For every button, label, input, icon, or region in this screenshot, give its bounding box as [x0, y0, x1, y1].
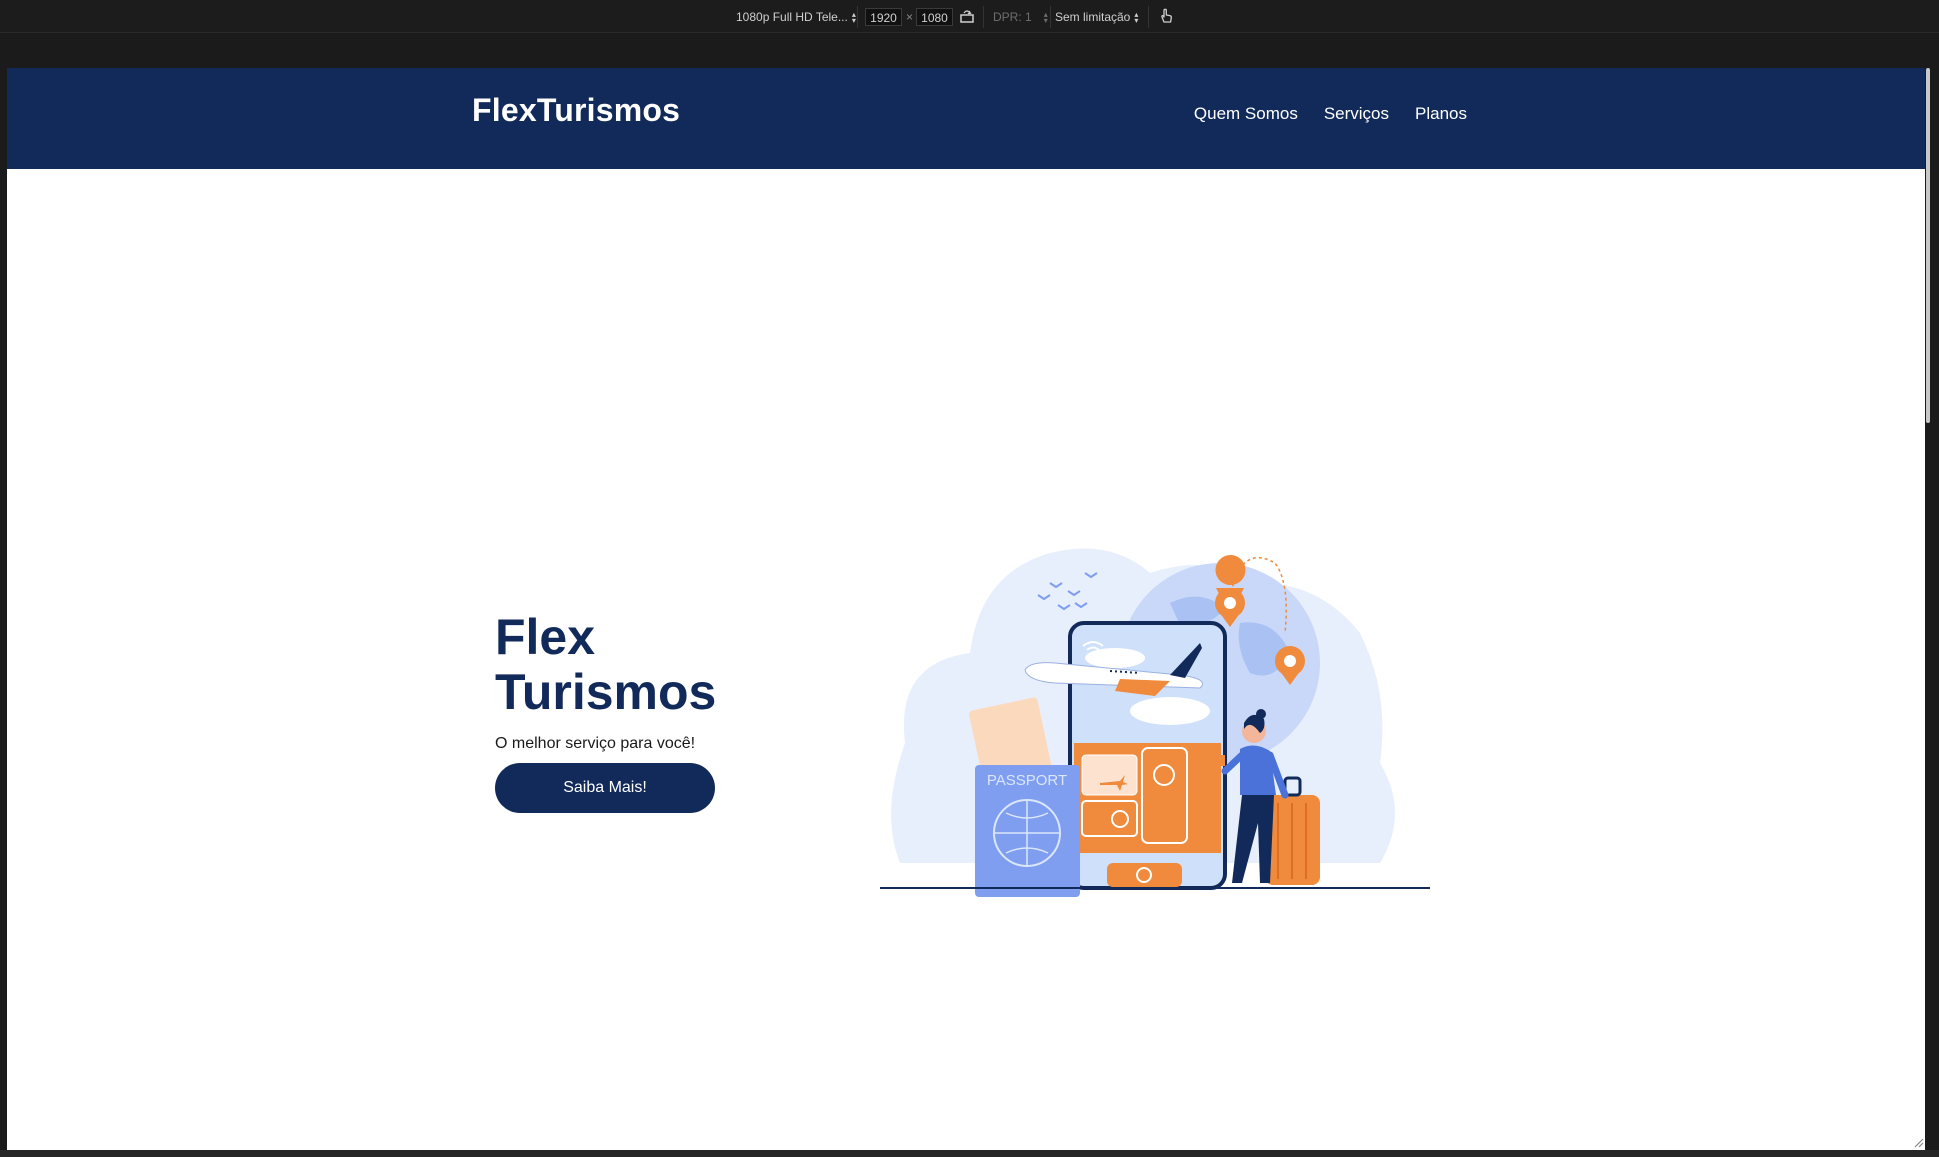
- cloud-shape: [1130, 697, 1210, 725]
- device-select[interactable]: 1080p Full HD Tele... ▴ ▾: [736, 8, 856, 26]
- throttle-select[interactable]: Sem limitação ▴ ▾: [1055, 8, 1138, 26]
- select-arrows-icon: ▴ ▾: [851, 9, 856, 25]
- nav-link-planos[interactable]: Planos: [1415, 104, 1467, 124]
- touch-simulation-button[interactable]: [1157, 7, 1175, 25]
- viewport-width-input[interactable]: 1920: [865, 8, 902, 26]
- responsive-toolbar: 1080p Full HD Tele... ▴ ▾ 1920 × 1080 DPR:…: [0, 0, 1939, 33]
- toolbar-divider: [1050, 6, 1051, 28]
- confirm-button-shape: [1107, 863, 1182, 887]
- page-viewport: FlexTurismos Quem Somos Serviços Planos …: [7, 68, 1925, 1150]
- saiba-mais-button[interactable]: Saiba Mais!: [495, 763, 715, 813]
- main-nav: Quem Somos Serviços Planos: [1194, 104, 1467, 124]
- dpr-select[interactable]: DPR: 1 ▴ ▾: [993, 8, 1048, 26]
- dpr-label: DPR: 1: [993, 10, 1032, 24]
- hero-title-line-2: Turismos: [495, 664, 717, 720]
- toolbar-divider: [857, 6, 858, 28]
- touch-hand-icon: [1161, 8, 1172, 23]
- hero-title: Flex Turismos: [495, 610, 755, 720]
- nav-link-servicos[interactable]: Serviços: [1324, 104, 1389, 124]
- throttle-label: Sem limitação: [1055, 10, 1131, 24]
- ground-line: [880, 887, 1430, 889]
- dimension-separator: ×: [906, 10, 914, 24]
- device-select-label: 1080p Full HD Tele...: [736, 10, 848, 24]
- viewport-bottom-edge: [0, 1150, 1939, 1157]
- hero-subtitle: O melhor serviço para você!: [495, 735, 696, 752]
- rotate-viewport-button[interactable]: [958, 7, 976, 25]
- site-header: FlexTurismos Quem Somos Serviços Planos: [7, 68, 1925, 169]
- cloud-shape: [1085, 648, 1145, 668]
- nav-link-quem-somos[interactable]: Quem Somos: [1194, 104, 1298, 124]
- resize-grip-icon[interactable]: [1912, 1136, 1924, 1148]
- hero-title-line-1: Flex: [495, 609, 596, 665]
- toolbar-divider: [983, 6, 984, 28]
- brand-logo[interactable]: FlexTurismos: [472, 92, 680, 129]
- travel-illustration: PASSPORT: [880, 548, 1430, 897]
- viewport-height-input[interactable]: 1080: [916, 8, 953, 26]
- ticket-card: [1081, 754, 1138, 796]
- select-arrows-icon: ▴ ▾: [1043, 9, 1048, 25]
- scrollbar-thumb[interactable]: [1926, 68, 1930, 423]
- toolbar-divider: [1148, 6, 1149, 28]
- select-arrows-icon: ▴ ▾: [1134, 9, 1139, 25]
- passport-label: PASSPORT: [987, 772, 1067, 789]
- rotate-icon: [960, 10, 974, 23]
- viewport-scrollbar[interactable]: [1925, 68, 1932, 1150]
